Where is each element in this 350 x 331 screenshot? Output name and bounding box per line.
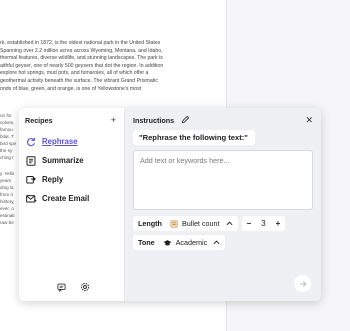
recipe-item-summarize[interactable]: Summarize bbox=[25, 151, 118, 170]
close-button[interactable]: ✕ bbox=[305, 115, 313, 125]
pencil-icon[interactable] bbox=[181, 115, 191, 125]
tone-dropdown[interactable]: Tone Academic bbox=[133, 235, 226, 250]
add-recipe-button[interactable]: + bbox=[111, 115, 116, 125]
instructions-input[interactable] bbox=[133, 150, 313, 210]
recipes-title: Recipes bbox=[25, 115, 53, 125]
length-stepper: − 3 + bbox=[241, 216, 286, 231]
recipes-header: Recipes + bbox=[25, 114, 116, 126]
decrement-button[interactable]: − bbox=[247, 219, 252, 228]
length-dropdown[interactable]: Length Bullet count bbox=[133, 216, 238, 231]
chevron-up-icon bbox=[226, 221, 233, 226]
instructions-pane: Instructions ✕ "Rephrase the following t… bbox=[125, 108, 321, 301]
email-icon bbox=[25, 193, 37, 205]
rephrase-icon bbox=[25, 136, 37, 148]
reply-icon bbox=[25, 174, 37, 186]
length-value: 3 bbox=[261, 219, 266, 228]
ai-assistant-panel: Recipes + Rephrase Summarize Reply Creat… bbox=[19, 108, 321, 301]
recipes-footer bbox=[56, 282, 90, 292]
list-icon bbox=[170, 219, 178, 228]
recipe-label: Reply bbox=[42, 175, 64, 184]
recipe-label: Create Email bbox=[42, 194, 90, 203]
send-button[interactable] bbox=[294, 275, 311, 292]
instructions-title: Instructions bbox=[133, 115, 175, 125]
tone-value: Academic bbox=[175, 238, 208, 247]
settings-icon[interactable] bbox=[80, 282, 90, 292]
length-label: Length bbox=[138, 219, 162, 228]
length-row: Length Bullet count − 3 + bbox=[133, 216, 286, 231]
instructions-header: Instructions ✕ bbox=[133, 114, 313, 126]
recipes-pane: Recipes + Rephrase Summarize Reply Creat… bbox=[19, 108, 125, 301]
recipe-label: Summarize bbox=[42, 156, 84, 165]
summarize-icon bbox=[25, 155, 37, 167]
increment-button[interactable]: + bbox=[276, 219, 281, 228]
tone-label: Tone bbox=[138, 238, 155, 247]
length-mode: Bullet count bbox=[181, 219, 220, 228]
recipe-item-reply[interactable]: Reply bbox=[25, 170, 118, 189]
selected-recipe-prompt: "Rephrase the following text:" bbox=[133, 130, 255, 145]
graduation-cap-icon bbox=[163, 239, 172, 247]
arrow-right-icon bbox=[299, 280, 307, 288]
recipe-label: Rephrase bbox=[42, 137, 78, 146]
chevron-up-icon bbox=[213, 240, 220, 245]
recipe-list: Rephrase Summarize Reply Create Email bbox=[25, 132, 118, 208]
recipe-item-create-email[interactable]: Create Email bbox=[25, 189, 118, 208]
recipe-item-rephrase[interactable]: Rephrase bbox=[25, 132, 118, 151]
tone-row: Tone Academic bbox=[133, 235, 226, 250]
document-paragraph: rk, established in 1872, is the oldest n… bbox=[0, 40, 164, 92]
chat-icon[interactable] bbox=[56, 282, 66, 292]
